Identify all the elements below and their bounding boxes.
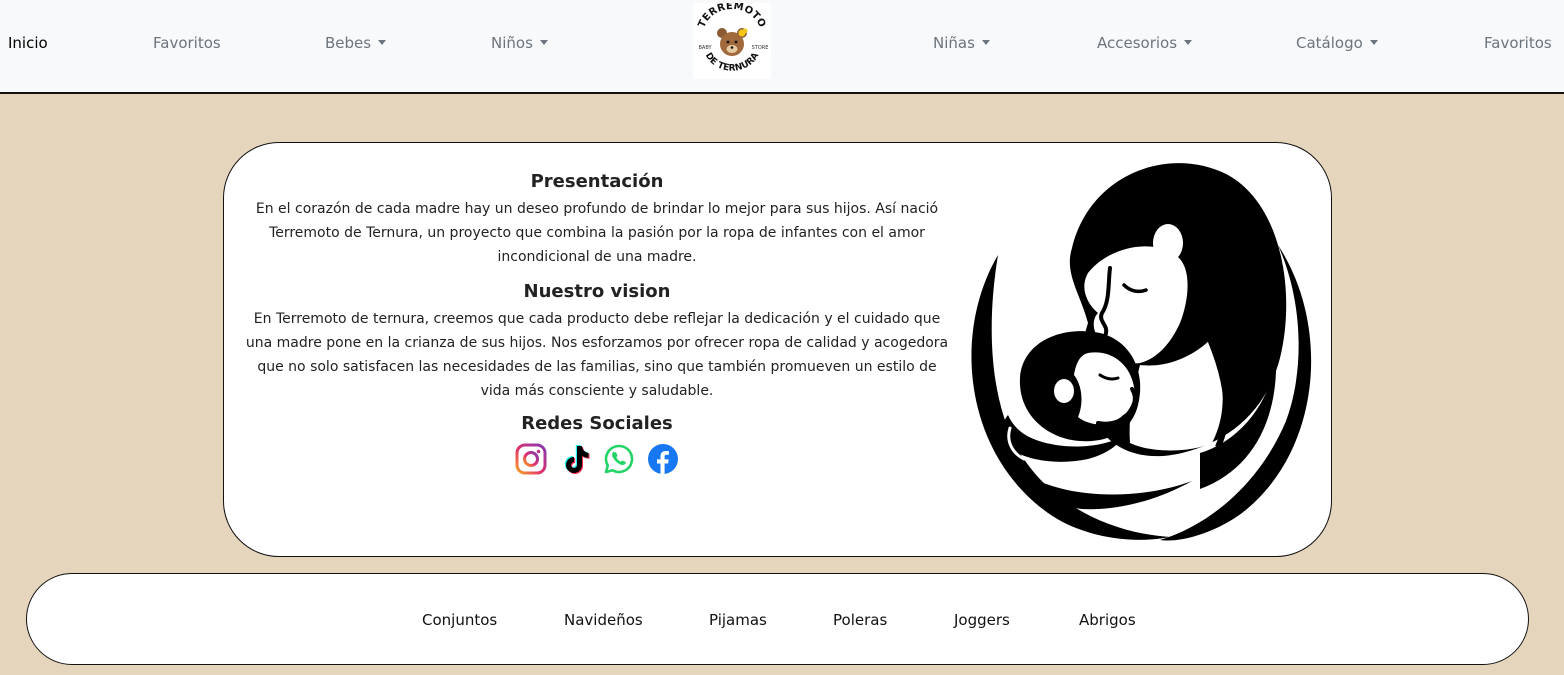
category-pijamas[interactable]: Pijamas: [709, 608, 767, 632]
caret-down-icon: [1184, 40, 1193, 45]
presentation-body: En el corazón de cada madre hay un deseo…: [255, 201, 939, 265]
caret-down-icon: [539, 40, 548, 45]
category-poleras[interactable]: Poleras: [833, 608, 887, 632]
bear-icon: [717, 28, 748, 56]
nav-bebes-label: Bebes: [325, 34, 372, 52]
social-links: [244, 443, 950, 475]
brand-logo[interactable]: TERREMOTO DE TERNURA BABY STORE: [693, 3, 771, 79]
category-joggers[interactable]: Joggers: [954, 608, 1010, 632]
caret-down-icon: [378, 40, 387, 45]
vision-title: Nuestro vision: [523, 281, 671, 302]
category-navidenos[interactable]: Navideños: [564, 608, 643, 632]
category-conjuntos[interactable]: Conjuntos: [422, 608, 497, 632]
caret-down-icon: [1369, 40, 1378, 45]
svg-text:TERREMOTO: TERREMOTO: [697, 3, 768, 29]
whatsapp-icon[interactable]: [603, 443, 635, 475]
tiktok-icon[interactable]: [559, 443, 591, 475]
navbar: Inicio Favoritos Bebes Niños TERREMOTO D…: [0, 0, 1564, 94]
logo-right-text: STORE: [752, 45, 769, 51]
category-abrigos[interactable]: Abrigos: [1079, 608, 1136, 632]
vision-body: En Terremoto de ternura, creemos que cad…: [245, 311, 949, 399]
nav-ninos-dropdown[interactable]: Niños: [491, 31, 548, 55]
social-title: Redes Sociales: [521, 413, 673, 434]
nav-favoritos-right[interactable]: Favoritos: [1484, 31, 1552, 55]
nav-inicio[interactable]: Inicio: [8, 31, 48, 55]
presentation-title: Presentación: [530, 171, 664, 192]
about-text: Presentación En el corazón de cada madre…: [244, 167, 950, 475]
category-bar: Conjuntos Navideños Pijamas Poleras Jogg…: [26, 573, 1529, 665]
mother-baby-illustration: [971, 163, 1312, 541]
nav-accesorios-dropdown[interactable]: Accesorios: [1097, 31, 1193, 55]
about-card: Presentación En el corazón de cada madre…: [223, 142, 1332, 557]
nav-ninas-dropdown[interactable]: Niñas: [933, 31, 990, 55]
logo-left-text: BABY: [698, 45, 712, 51]
nav-catalogo-label: Catálogo: [1296, 34, 1363, 52]
nav-ninas-label: Niñas: [933, 34, 975, 52]
nav-catalogo-dropdown[interactable]: Catálogo: [1296, 31, 1378, 55]
logo-top-text: TERREMOTO: [697, 3, 768, 29]
nav-favoritos-left[interactable]: Favoritos: [153, 31, 221, 55]
nav-bebes-dropdown[interactable]: Bebes: [325, 31, 387, 55]
instagram-icon[interactable]: [515, 443, 547, 475]
caret-down-icon: [981, 40, 990, 45]
facebook-icon[interactable]: [647, 443, 679, 475]
nav-ninos-label: Niños: [491, 34, 533, 52]
nav-accesorios-label: Accesorios: [1097, 34, 1178, 52]
